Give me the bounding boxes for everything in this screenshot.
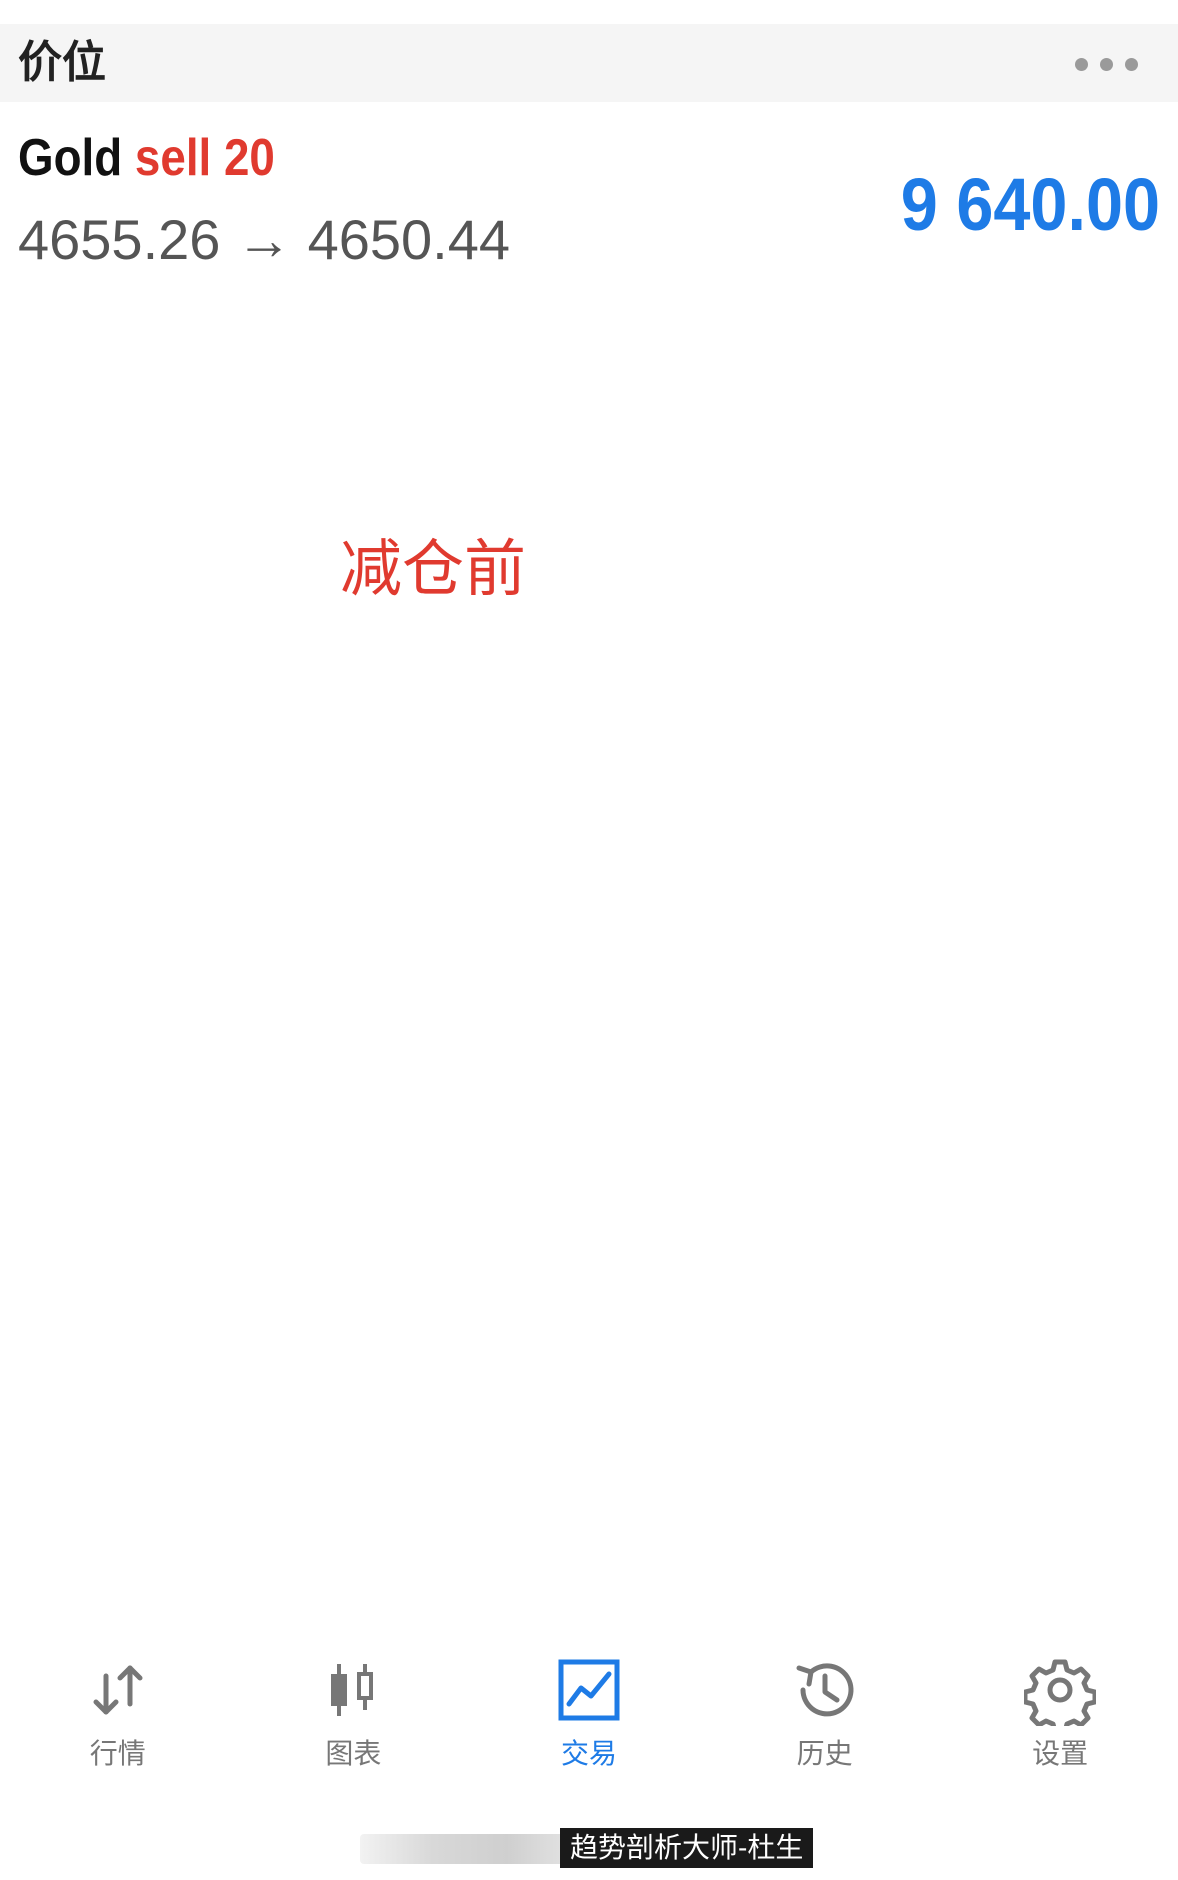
tab-trade[interactable]: 交易 bbox=[471, 1640, 707, 1790]
open-price: 4655.26 bbox=[18, 208, 221, 271]
position-symbol: Gold bbox=[18, 129, 123, 187]
tab-settings[interactable]: 设置 bbox=[942, 1640, 1178, 1790]
bottom-tab-bar: 行情 图表 交易 历史 设置 bbox=[0, 1640, 1178, 1790]
bottom-strip: 趋势剖析大师-杜生 bbox=[0, 1820, 1178, 1880]
position-profit: 9 640.00 bbox=[900, 163, 1160, 246]
position-title: Gold sell 20 bbox=[18, 128, 275, 188]
dot bbox=[1100, 58, 1113, 71]
position-prices: 4655.26 → 4650.44 bbox=[18, 208, 510, 272]
dot bbox=[1125, 58, 1138, 71]
top-bar: 价位 bbox=[0, 24, 1178, 102]
position-row[interactable]: Gold sell 20 4655.26 → 4650.44 9 640.00 bbox=[0, 110, 1178, 280]
tab-quotes[interactable]: 行情 bbox=[0, 1640, 236, 1790]
tab-history[interactable]: 历史 bbox=[707, 1640, 943, 1790]
annotation-text: 减仓前 bbox=[340, 535, 527, 604]
quotes-arrows-icon bbox=[93, 1665, 143, 1715]
tab-label: 行情 bbox=[89, 1738, 146, 1769]
dot bbox=[1075, 58, 1088, 71]
trade-chart-icon bbox=[558, 1659, 620, 1721]
history-clock-icon bbox=[796, 1663, 854, 1717]
tab-label: 图表 bbox=[325, 1738, 382, 1769]
tab-chart[interactable]: 图表 bbox=[236, 1640, 472, 1790]
position-side: sell bbox=[134, 129, 212, 187]
settings-gear-icon bbox=[1024, 1659, 1097, 1726]
watermark: 趋势剖析大师-杜生 bbox=[560, 1828, 814, 1868]
tab-label: 设置 bbox=[1032, 1738, 1089, 1769]
blurred-region bbox=[360, 1834, 580, 1864]
tab-label: 交易 bbox=[560, 1738, 617, 1769]
position-volume: 20 bbox=[223, 129, 275, 187]
more-dots-icon[interactable] bbox=[1075, 58, 1138, 71]
tab-label: 历史 bbox=[796, 1738, 853, 1769]
current-price: 4650.44 bbox=[307, 208, 510, 271]
candlestick-chart-icon bbox=[331, 1664, 374, 1716]
page-title: 价位 bbox=[18, 38, 106, 87]
arrow-right-icon: → bbox=[236, 208, 292, 271]
